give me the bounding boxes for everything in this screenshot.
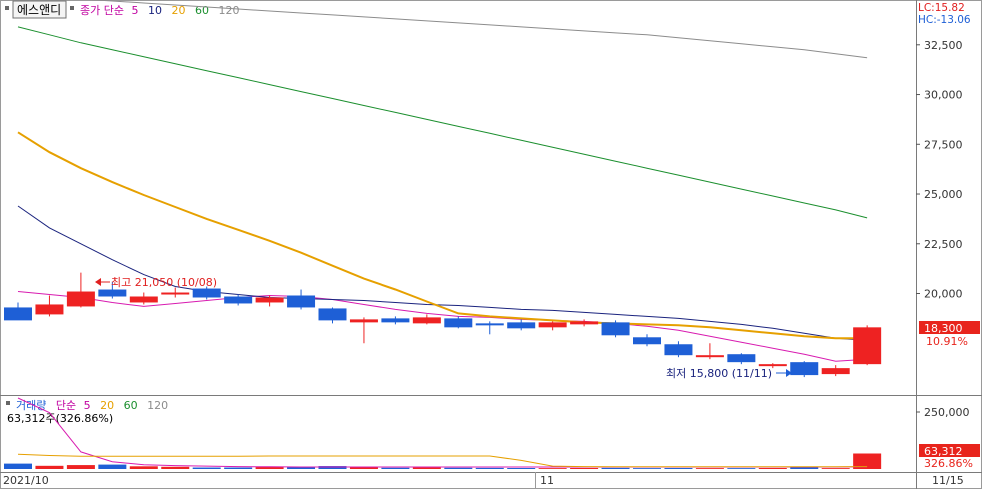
candle-body (66, 291, 95, 307)
price-tick-label: 30,000 (924, 89, 963, 102)
candle-body (790, 362, 819, 376)
volume-bar (633, 468, 661, 469)
volume-bar (695, 468, 724, 469)
price-tick-label: 25,000 (924, 188, 963, 201)
candle-body (633, 337, 661, 345)
volume-bar (4, 463, 32, 469)
high-annotation: 최고 21,050 (10/08) (95, 276, 217, 289)
volume-bar (727, 468, 756, 469)
candle-body (475, 323, 504, 326)
volume-bar (444, 467, 473, 469)
candle-body (601, 322, 630, 336)
last-volume-ratio: 326.86% (924, 457, 973, 470)
volume-bar (66, 465, 95, 469)
volume-bar (758, 468, 787, 469)
price-tick-label: 20,000 (924, 288, 963, 301)
candle-body (98, 289, 127, 297)
candle-body (318, 308, 347, 321)
candle-body (664, 344, 693, 356)
volume-bar (35, 465, 64, 469)
candle-body (224, 296, 253, 304)
last-price-value: 18,300 (924, 322, 963, 335)
volume-bar (381, 467, 410, 469)
volume-legend-marker (6, 401, 10, 405)
high-label: 최고 21,050 (10/08) (111, 276, 217, 289)
candle-body (4, 307, 32, 321)
volume-bar (98, 464, 127, 469)
stock-name: 에스앤디 (17, 3, 61, 17)
candle-body (758, 364, 787, 367)
volume-bar (412, 467, 441, 469)
volume-bar (192, 467, 221, 469)
date-label-end: 11/15 (932, 474, 964, 487)
candle-body (381, 318, 410, 323)
volume-ma60-legend: 60 (124, 399, 138, 412)
volume-bar (601, 467, 630, 469)
volume-bar (224, 467, 253, 469)
volume-legend-label: 거래량 (16, 399, 46, 412)
low-label: 최저 15,800 (11/11) (666, 367, 772, 380)
candle-body (444, 318, 473, 328)
candle-body (35, 304, 64, 315)
candle-body (821, 368, 850, 375)
candle-body (538, 322, 567, 328)
last-price-change: 10.91% (926, 335, 968, 348)
volume-bar (507, 468, 536, 469)
volume-bar (790, 467, 819, 469)
volume-ma20-legend: 20 (100, 399, 114, 412)
candle-body (287, 295, 316, 308)
chart-frame (0, 0, 982, 489)
volume-bar (664, 468, 693, 469)
candle-body (161, 292, 190, 295)
volume-axis: 250,000 (916, 406, 970, 419)
candle-body (727, 354, 756, 363)
volume-tick-label: 250,000 (924, 406, 970, 419)
candle-body (192, 288, 221, 298)
volume-legend-ma-label: 단순 (56, 399, 76, 412)
price-ma-legend-label: 종가 단순 (80, 4, 124, 17)
volume-bar (475, 467, 504, 469)
volume-info: 63,312주(326.86%) (7, 412, 113, 425)
candle-body (129, 296, 158, 303)
candle-body (412, 317, 441, 324)
date-label-month: 11 (540, 474, 554, 487)
volume-ma120-legend: 120 (147, 399, 168, 412)
ma5-legend: 5 (131, 4, 138, 17)
volume-ma5-legend: 5 (84, 399, 91, 412)
last-volume-tag: 63,312 326.86% (919, 444, 980, 470)
price-tick-label: 22,500 (924, 238, 963, 251)
price-tick-label: 32,500 (924, 39, 963, 52)
legend-marker (5, 6, 9, 10)
candle-body (349, 319, 378, 323)
price-legend: 에스앤디 종가 단순 5 10 20 60 120 (5, 0, 239, 19)
stock-chart[interactable]: 에스앤디 종가 단순 5 10 20 60 120 LC:15.82 HC:-1… (0, 0, 982, 489)
ma10-legend: 10 (148, 4, 162, 17)
hc-label: HC:-13.06 (918, 14, 971, 26)
candle-body (695, 355, 724, 358)
candle-body (853, 327, 882, 365)
volume-bar (821, 468, 850, 469)
lc-label: LC:15.82 (918, 2, 965, 14)
candle-body (570, 321, 599, 325)
candle-body (255, 297, 284, 303)
legend-marker-2 (70, 6, 74, 10)
volume-bar (129, 466, 158, 469)
price-tick-label: 27,500 (924, 138, 963, 151)
candle-body (507, 322, 536, 329)
volume-bar (538, 468, 567, 469)
volume-bar (161, 466, 190, 469)
volume-bar (570, 468, 599, 469)
date-label-start: 2021/10 (3, 474, 49, 487)
ma120-legend: 120 (218, 4, 239, 17)
